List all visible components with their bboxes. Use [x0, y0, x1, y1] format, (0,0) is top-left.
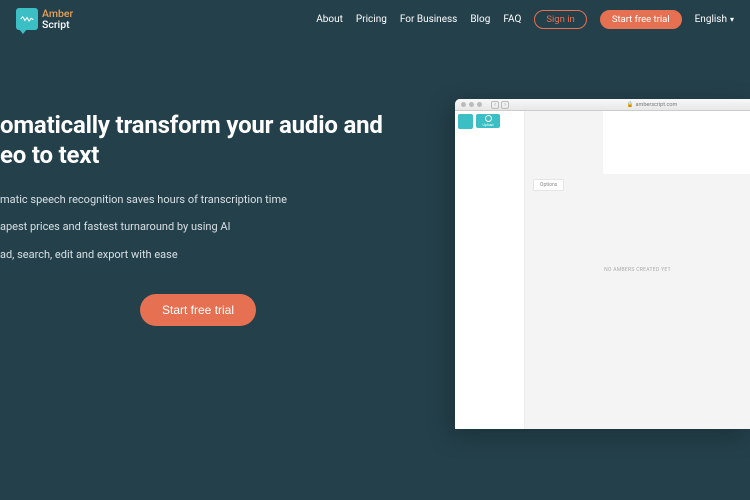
hero-start-trial-button[interactable]: Start free trial	[140, 294, 256, 326]
nav: About Pricing For Business Blog FAQ Sign…	[316, 10, 734, 29]
logo-icon	[16, 8, 38, 30]
window-dot	[461, 102, 466, 107]
logo[interactable]: Amber Script	[16, 8, 73, 30]
options-button[interactable]: Options	[533, 179, 564, 191]
app-panel	[603, 111, 750, 174]
browser-chrome: ‹ › 🔒 amberscript.com	[455, 99, 750, 111]
signin-button[interactable]: Sign in	[534, 10, 586, 29]
upload-icon	[485, 115, 492, 122]
chevron-down-icon: ▾	[730, 15, 734, 24]
window-dot	[469, 102, 474, 107]
upload-button[interactable]: Upload	[476, 114, 500, 128]
nav-blog[interactable]: Blog	[470, 14, 490, 25]
back-icon: ‹	[491, 101, 499, 109]
window-dot	[477, 102, 482, 107]
app-main: Options NO AMBERS CREATED YET	[525, 111, 750, 429]
app-logo-small	[458, 114, 473, 129]
language-label: English	[695, 14, 727, 25]
logo-text: Amber Script	[42, 8, 73, 30]
language-selector[interactable]: English ▾	[695, 14, 734, 25]
nav-faq[interactable]: FAQ	[503, 14, 521, 25]
app-preview-browser: ‹ › 🔒 amberscript.com Upload Options NO …	[455, 99, 750, 429]
start-trial-button[interactable]: Start free trial	[600, 10, 682, 29]
nav-about[interactable]: About	[316, 14, 343, 25]
url-bar: 🔒 amberscript.com	[560, 102, 744, 108]
nav-business[interactable]: For Business	[400, 14, 457, 25]
app-sidebar: Upload	[455, 111, 525, 429]
empty-state-text: NO AMBERS CREATED YET	[604, 267, 671, 273]
lock-icon: 🔒	[627, 102, 634, 108]
nav-pricing[interactable]: Pricing	[356, 14, 387, 25]
forward-icon: ›	[501, 101, 509, 109]
